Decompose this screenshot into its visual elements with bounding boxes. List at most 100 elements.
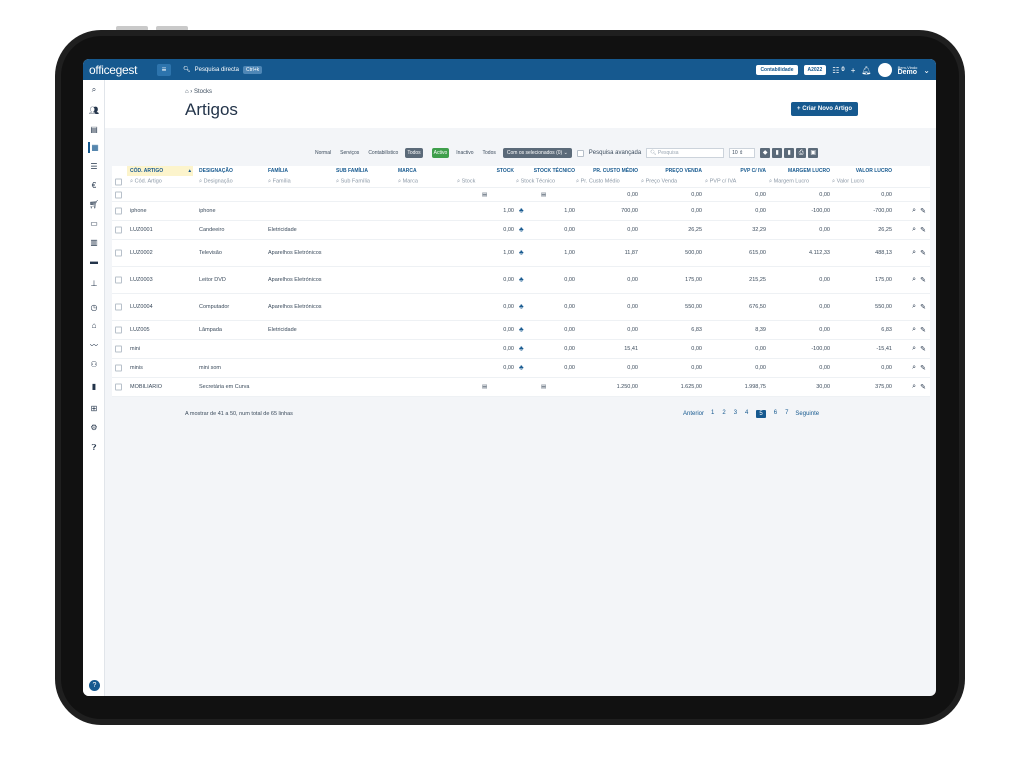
table-row[interactable]: iphone iphone 1,00 ♣ 1,00 700,00 0,00 0,… bbox=[112, 202, 930, 221]
calculator-icon[interactable]: ▥ bbox=[88, 237, 100, 248]
cell-cod[interactable]: LUZ0004 bbox=[130, 304, 153, 310]
support-icon[interactable]: ? bbox=[89, 680, 100, 691]
col-familia[interactable]: FAMÍLIA bbox=[268, 168, 288, 174]
bookmark-icon[interactable]: ◆ bbox=[760, 148, 771, 158]
view-icon[interactable]: ⌕ bbox=[912, 249, 916, 257]
edit-icon[interactable]: ✎ bbox=[920, 345, 926, 353]
table-icon[interactable]: ⊞ bbox=[88, 403, 100, 414]
cart-icon[interactable]: 🛒︎ bbox=[88, 199, 100, 210]
cell-cod[interactable]: LUZ0003 bbox=[130, 277, 153, 283]
filter-pvp[interactable]: ⌕ PVP c/ IVA bbox=[705, 178, 736, 185]
table-row[interactable]: LUZ0002 Televisão Aparelhos Eletrónicos … bbox=[112, 240, 930, 267]
cell-cod[interactable]: LUZ0002 bbox=[130, 250, 153, 256]
row-checkbox[interactable] bbox=[115, 383, 122, 391]
search-icon[interactable]: ⌕ bbox=[88, 84, 100, 95]
truck-icon[interactable]: ▬ bbox=[88, 256, 100, 267]
filter-servicos[interactable]: Serviços bbox=[338, 148, 361, 158]
edit-icon[interactable]: ✎ bbox=[920, 207, 926, 215]
stock-movements-icon[interactable]: ♣ bbox=[519, 277, 524, 284]
page-link[interactable]: 5 bbox=[756, 410, 766, 418]
filter-stock[interactable]: ⌕ Stock bbox=[457, 178, 475, 185]
filter-cod-artigo[interactable]: ⌕ Cód. Artigo bbox=[130, 178, 162, 185]
app-logo[interactable]: officegest bbox=[89, 63, 155, 77]
cell-cod[interactable]: LUZ005 bbox=[130, 327, 150, 333]
filter-activo[interactable]: Activo bbox=[431, 148, 450, 158]
year-badge[interactable]: A2022 bbox=[803, 65, 827, 75]
view-icon[interactable]: ⌕ bbox=[912, 303, 916, 311]
col-marca[interactable]: MARCA bbox=[398, 168, 417, 174]
view-icon[interactable]: ⌕ bbox=[912, 345, 916, 353]
list-icon[interactable]: ☰ bbox=[88, 161, 100, 172]
people-icon[interactable]: ⚇ bbox=[88, 359, 100, 370]
edit-icon[interactable]: ✎ bbox=[920, 249, 926, 257]
view-icon[interactable]: ⌕ bbox=[912, 207, 916, 215]
edit-icon[interactable]: ✎ bbox=[920, 364, 926, 372]
table-row[interactable]: LUZ005 Lâmpada Eletricidade 0,00 ♣ 0,00 … bbox=[112, 321, 930, 340]
table-row[interactable]: LUZ0001 Candeeiro Eletricidade 0,00 ♣ 0,… bbox=[112, 221, 930, 240]
file-icon[interactable]: ▮ bbox=[88, 381, 100, 392]
breadcrumb-stocks[interactable]: Stocks bbox=[194, 89, 212, 95]
advanced-search-checkbox[interactable] bbox=[576, 149, 584, 157]
col-preco-venda[interactable]: PREÇO VENDA bbox=[665, 168, 702, 174]
col-cod-artigo[interactable]: CÓD. ARTIGO ▴ bbox=[127, 166, 193, 176]
filter-contabilistico[interactable]: Contabilístico bbox=[366, 148, 400, 158]
row-checkbox[interactable] bbox=[115, 191, 122, 198]
create-article-button[interactable]: + Criar Novo Artigo bbox=[791, 102, 858, 116]
row-checkbox[interactable] bbox=[115, 364, 122, 372]
view-icon[interactable]: ⌕ bbox=[912, 383, 916, 391]
user-greeting[interactable]: Bem-Vindo Demo bbox=[898, 65, 918, 76]
col-sub-familia[interactable]: SUB FAMÍLIA bbox=[336, 168, 368, 174]
filter-inactivo[interactable]: Inactivo bbox=[454, 148, 475, 158]
cell-cod[interactable]: LUZ0001 bbox=[130, 227, 153, 233]
filter-sub-familia[interactable]: ⌕ Sub Família bbox=[336, 178, 370, 185]
row-checkbox[interactable] bbox=[115, 249, 122, 257]
edit-icon[interactable]: ✎ bbox=[920, 326, 926, 334]
table-row[interactable]: minis mini som 0,00 ♣ 0,00 0,00 0,00 0,0… bbox=[112, 359, 930, 378]
edit-icon[interactable]: ✎ bbox=[920, 276, 926, 284]
document-icon[interactable]: ▤ bbox=[88, 124, 100, 135]
stock-movements-icon[interactable]: ♣ bbox=[519, 250, 524, 257]
edit-icon[interactable]: ✎ bbox=[920, 383, 926, 391]
cell-cod[interactable]: MOBILIARIO bbox=[130, 384, 162, 390]
filter-normal[interactable]: Normal bbox=[313, 148, 333, 158]
filter-todos-status[interactable]: Todos bbox=[481, 148, 498, 158]
menu-toggle-button[interactable]: ≡ bbox=[157, 63, 171, 76]
cell-cod[interactable]: mini bbox=[130, 346, 140, 352]
col-pvp-iva[interactable]: PVP C/ IVA bbox=[740, 168, 766, 174]
company-badge[interactable]: Contabilidade bbox=[756, 65, 798, 75]
row-checkbox[interactable] bbox=[115, 226, 122, 234]
table-row[interactable]: LUZ0003 Leitor DVD Aparelhos Eletrónicos… bbox=[112, 267, 930, 294]
view-icon[interactable]: ⌕ bbox=[912, 226, 916, 234]
export-icon[interactable]: ▮ bbox=[772, 148, 783, 158]
euro-icon[interactable]: € bbox=[88, 180, 100, 191]
chart-icon[interactable]: 〰 bbox=[88, 340, 100, 351]
chevron-down-icon[interactable]: ⌄ bbox=[923, 66, 930, 75]
clock-icon[interactable]: ◷ bbox=[88, 302, 100, 313]
row-checkbox[interactable] bbox=[115, 326, 122, 334]
filter-stock-tecnico[interactable]: ⌕ Stock Técnico bbox=[516, 178, 555, 185]
avatar[interactable] bbox=[877, 63, 892, 77]
page-link[interactable]: 7 bbox=[785, 410, 788, 418]
filter-familia[interactable]: ⌕ Família bbox=[268, 178, 291, 185]
stocks-icon[interactable]: ▦ bbox=[88, 142, 100, 153]
filter-valor[interactable]: ⌕ Valor Lucro bbox=[832, 178, 864, 185]
page-link[interactable]: 6 bbox=[774, 410, 777, 418]
filter-pr-custo[interactable]: ⌕ Pr. Custo Médio bbox=[576, 178, 620, 185]
stock-movements-icon[interactable]: ♣ bbox=[519, 346, 524, 353]
page-link[interactable]: 1 bbox=[711, 410, 714, 418]
bulk-action-dropdown[interactable]: Com os selecionados (0) ⌄ bbox=[502, 148, 572, 158]
table-row[interactable]: MOBILIARIO Secretária em Curva ▤ ▤ 1.250… bbox=[112, 378, 930, 397]
col-stock-tecnico[interactable]: STOCK TÉCNICO bbox=[534, 168, 575, 174]
stock-movements-icon[interactable]: ♣ bbox=[519, 304, 524, 311]
bell-icon[interactable]: 🔔︎ bbox=[861, 66, 871, 75]
next-page-link[interactable]: Seguinte bbox=[795, 411, 819, 417]
cell-cod[interactable]: minis bbox=[130, 365, 143, 371]
bank-icon[interactable]: ⌂ bbox=[88, 320, 100, 331]
stock-movements-icon[interactable]: ♣ bbox=[519, 227, 524, 234]
row-checkbox[interactable] bbox=[115, 207, 122, 215]
filter-marca[interactable]: ⌕ Marca bbox=[398, 178, 418, 185]
filter-todos-type[interactable]: Todos bbox=[405, 148, 423, 158]
row-checkbox[interactable] bbox=[115, 303, 122, 311]
users-icon[interactable]: 👥︎ bbox=[88, 105, 100, 116]
filter-margem[interactable]: ⌕ Margem Lucro bbox=[769, 178, 809, 185]
